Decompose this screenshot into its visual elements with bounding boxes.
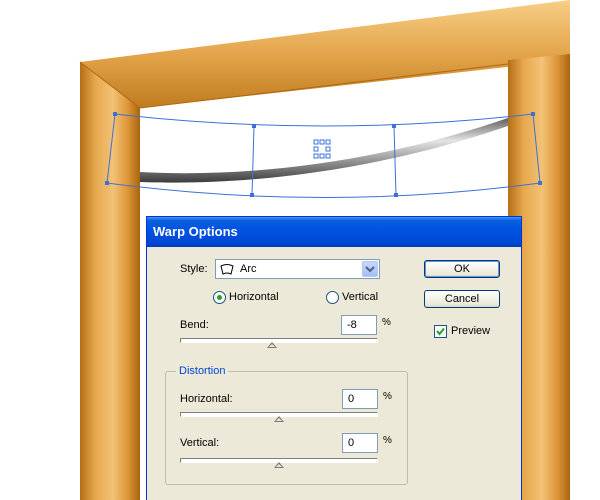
distortion-vertical-slider-thumb[interactable]	[274, 462, 284, 468]
distortion-vertical-field[interactable]: 0	[342, 433, 378, 453]
style-label: Style:	[180, 263, 208, 275]
bend-slider-thumb[interactable]	[267, 342, 277, 348]
ok-button[interactable]: OK	[424, 260, 500, 278]
distortion-horizontal-label: Horizontal:	[180, 393, 233, 405]
horizontal-radio-label: Horizontal	[229, 291, 279, 303]
checkmark-icon	[436, 327, 445, 336]
bend-slider-track[interactable]	[180, 338, 378, 343]
distortion-vertical-label: Vertical:	[180, 437, 220, 449]
center-point-icon	[313, 139, 331, 159]
cancel-button[interactable]: Cancel	[424, 290, 500, 308]
bend-label: Bend:	[180, 319, 209, 331]
style-select[interactable]: Arc	[215, 259, 380, 279]
preview-checkbox[interactable]	[434, 325, 447, 338]
radio-selected-dot	[217, 295, 222, 300]
bend-unit: %	[382, 317, 391, 328]
distortion-title: Distortion	[176, 365, 229, 377]
vertical-radio-label: Vertical	[342, 291, 379, 303]
warp-selection-box[interactable]	[105, 112, 542, 198]
distortion-horizontal-field[interactable]: 0	[342, 389, 378, 409]
dialog-title[interactable]: Warp Options	[147, 217, 521, 247]
arc-warp-icon	[220, 264, 234, 275]
distortion-horizontal-slider-thumb[interactable]	[274, 416, 284, 422]
distortion-horizontal-unit: %	[383, 391, 392, 402]
chevron-down-icon[interactable]	[362, 261, 378, 277]
vertical-radio[interactable]	[326, 291, 339, 304]
distortion-vertical-unit: %	[383, 435, 392, 446]
horizontal-radio[interactable]	[213, 291, 226, 304]
steel-rod	[140, 118, 508, 183]
preview-label: Preview	[451, 325, 491, 337]
style-select-value: Arc	[240, 263, 257, 275]
bend-field[interactable]: -8	[341, 315, 377, 335]
